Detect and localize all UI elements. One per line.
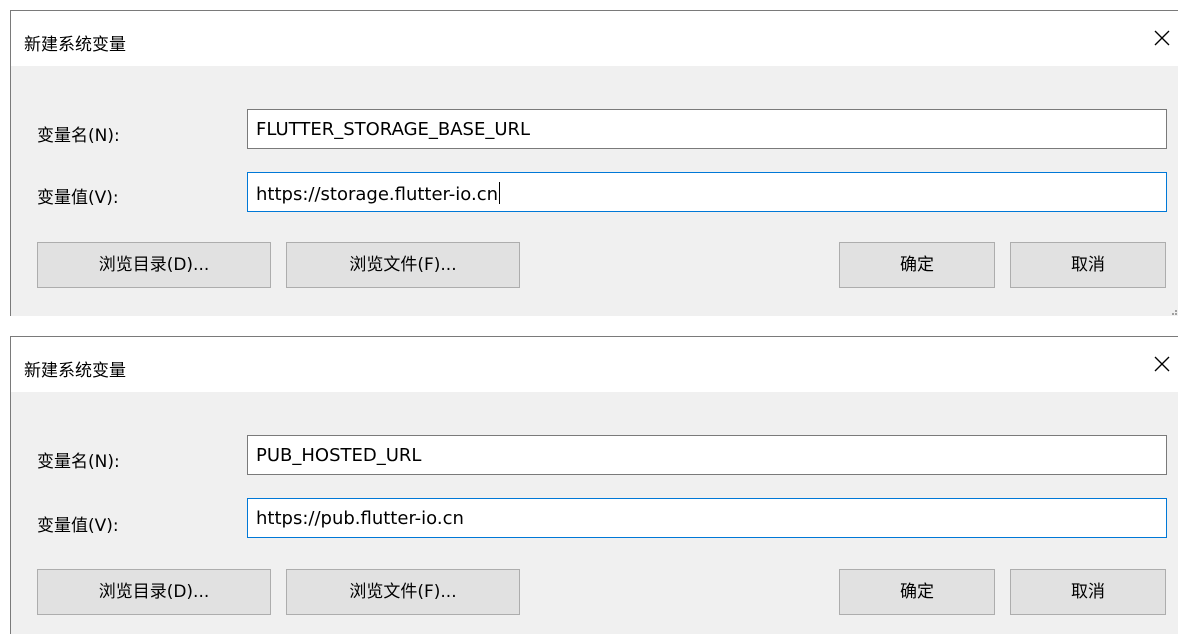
variable-name-input[interactable]: FLUTTER_STORAGE_BASE_URL <box>247 109 1167 149</box>
title-bar: 新建系统变量 <box>11 11 1178 66</box>
cancel-button[interactable]: 取消 <box>1010 569 1166 615</box>
variable-name-label: 变量名(N): <box>37 126 120 146</box>
variable-value-input[interactable]: https://storage.flutter-io.cn <box>247 172 1167 212</box>
variable-value-value: https://storage.flutter-io.cn <box>256 184 499 205</box>
ok-button[interactable]: 确定 <box>839 242 995 288</box>
variable-name-input[interactable]: PUB_HOSTED_URL <box>247 435 1167 475</box>
browse-directory-button[interactable]: 浏览目录(D)... <box>37 242 271 288</box>
variable-value-label: 变量值(V): <box>37 188 119 208</box>
ok-button[interactable]: 确定 <box>839 569 995 615</box>
variable-value-label: 变量值(V): <box>37 516 119 536</box>
resize-grip-icon[interactable] <box>1168 306 1178 316</box>
close-button[interactable] <box>1149 25 1175 51</box>
variable-name-label: 变量名(N): <box>37 452 120 472</box>
text-caret <box>499 182 501 204</box>
new-system-variable-dialog: 新建系统变量 变量名(N): PUB_HOSTED_URL 变量值(V): ht… <box>10 336 1178 634</box>
title-bar: 新建系统变量 <box>11 337 1178 392</box>
browse-file-button[interactable]: 浏览文件(F)... <box>286 569 520 615</box>
close-button[interactable] <box>1149 351 1175 377</box>
browse-directory-button[interactable]: 浏览目录(D)... <box>37 569 271 615</box>
browse-file-button[interactable]: 浏览文件(F)... <box>286 242 520 288</box>
dialog-title: 新建系统变量 <box>24 35 126 55</box>
dialog-title: 新建系统变量 <box>24 361 126 381</box>
cancel-button[interactable]: 取消 <box>1010 242 1166 288</box>
variable-value-value: https://pub.flutter-io.cn <box>256 508 464 529</box>
close-icon <box>1154 30 1170 46</box>
variable-name-value: FLUTTER_STORAGE_BASE_URL <box>256 119 531 140</box>
variable-value-input[interactable]: https://pub.flutter-io.cn <box>247 498 1167 538</box>
close-icon <box>1154 356 1170 372</box>
variable-name-value: PUB_HOSTED_URL <box>256 445 422 466</box>
new-system-variable-dialog: 新建系统变量 变量名(N): FLUTTER_STORAGE_BASE_URL … <box>10 10 1178 316</box>
